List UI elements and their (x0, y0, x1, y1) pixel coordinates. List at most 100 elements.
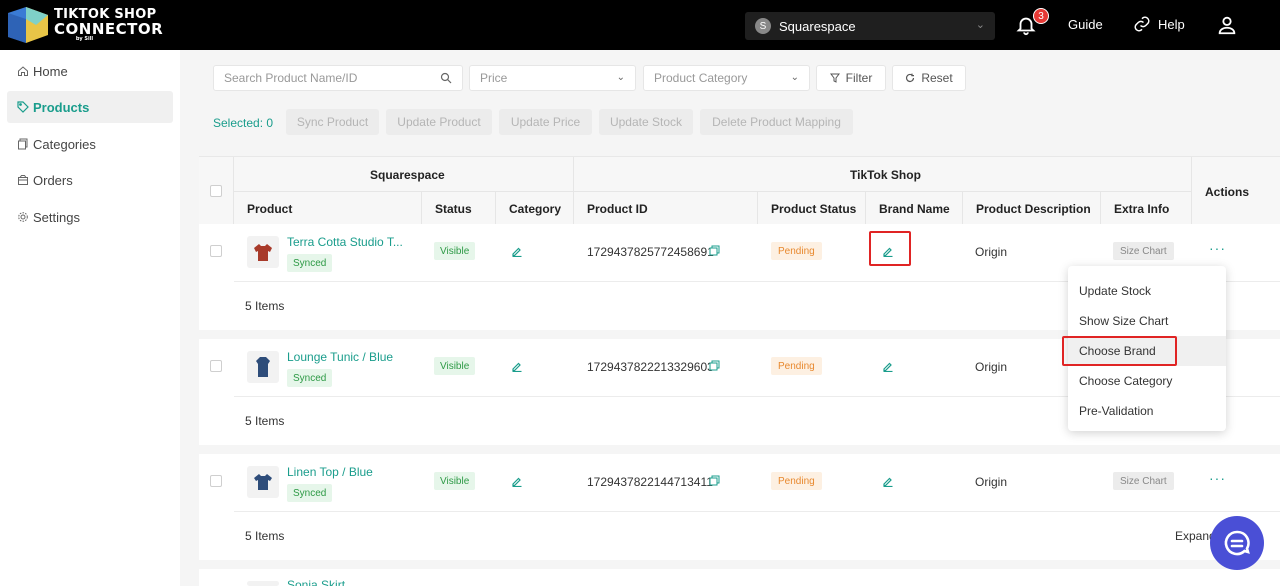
update-price-button[interactable]: Update Price (499, 109, 592, 135)
filter-label: Filter (845, 71, 873, 85)
group-header-squarespace: Squarespace (370, 168, 445, 182)
choose-brand-highlight (1062, 336, 1177, 366)
product-id: 1729437822144713411 (587, 475, 713, 489)
copy-icon[interactable] (709, 360, 720, 371)
chevron-down-icon: ⌄ (790, 72, 799, 83)
filter-icon (829, 73, 840, 83)
synced-badge: Synced (287, 484, 333, 502)
sidebar-item-settings[interactable]: Settings (7, 201, 173, 233)
price-placeholder: Price (480, 71, 508, 85)
product-thumbnail (247, 466, 279, 498)
sidebar-item-label: Products (33, 99, 90, 115)
row-checkbox[interactable] (210, 475, 222, 487)
product-description: Origin (975, 245, 1008, 259)
copy-icon[interactable] (709, 475, 720, 486)
col-brand-name: Brand Name (879, 202, 950, 216)
chat-button[interactable] (1210, 516, 1264, 570)
package-icon (18, 175, 28, 185)
menu-item-pre-validation[interactable]: Pre-Validation (1068, 396, 1226, 426)
user-icon[interactable] (1216, 14, 1238, 36)
update-product-button[interactable]: Update Product (386, 109, 492, 135)
items-count: 5 Items (245, 529, 285, 543)
menu-item-show-size-chart[interactable]: Show Size Chart (1068, 306, 1226, 336)
category-select[interactable]: Product Category ⌄ (643, 65, 810, 91)
more-actions-icon[interactable]: ··· (1209, 240, 1226, 256)
price-select[interactable]: Price ⌄ (469, 65, 636, 91)
select-all-checkbox[interactable] (210, 185, 222, 197)
sidebar-item-home[interactable]: Home (7, 55, 173, 87)
edit-brand-icon[interactable] (882, 360, 894, 372)
more-actions-icon[interactable]: ··· (1209, 470, 1226, 486)
gear-icon (18, 212, 28, 222)
sidebar-item-orders[interactable]: Orders (7, 164, 173, 196)
help-link[interactable]: Help (1158, 17, 1185, 32)
app-logo[interactable]: TIKTOK SHOP CONNECTOR by Sill (6, 5, 163, 45)
col-product-description: Product Description (976, 202, 1091, 216)
row-checkbox[interactable] (210, 360, 222, 372)
search-icon (440, 72, 452, 84)
product-description: Origin (975, 360, 1008, 374)
product-name-link[interactable]: Lounge Tunic / Blue (287, 350, 393, 364)
copy-icon (18, 138, 28, 150)
table-row: Linen Top / Blue Synced Visible 17294378… (199, 454, 1280, 560)
product-name-link[interactable]: Sonja Skirt (287, 578, 345, 586)
product-name-link[interactable]: Linen Top / Blue (287, 465, 373, 479)
top-icon (254, 474, 272, 490)
visible-badge: Visible (434, 472, 476, 490)
search-placeholder: Search Product Name/ID (224, 71, 358, 85)
store-select[interactable]: S Squarespace ⌄ (745, 12, 995, 40)
sidebar-item-categories[interactable]: Categories (7, 128, 173, 160)
col-product-id: Product ID (587, 202, 648, 216)
update-stock-button[interactable]: Update Stock (599, 109, 693, 135)
delete-product-mapping-button[interactable]: Delete Product Mapping (700, 109, 853, 135)
category-placeholder: Product Category (654, 71, 748, 85)
edit-brand-icon[interactable] (882, 475, 894, 487)
pending-badge: Pending (771, 242, 822, 260)
product-description: Origin (975, 475, 1008, 489)
row-checkbox[interactable] (210, 245, 222, 257)
sidebar-item-products[interactable]: Products (7, 91, 173, 123)
items-count: 5 Items (245, 299, 285, 313)
copy-icon[interactable] (709, 245, 720, 256)
edit-category-icon[interactable] (511, 245, 523, 257)
sidebar: Home Products Categories Orders Settings (0, 50, 180, 586)
product-id: 1729437822213329603 (587, 360, 714, 374)
pending-badge: Pending (771, 357, 822, 375)
link-icon (1134, 16, 1150, 32)
product-thumbnail (247, 581, 279, 586)
actions-header: Actions (1205, 185, 1250, 199)
filter-bar: Search Product Name/ID Price ⌄ Product C… (180, 50, 1280, 155)
brand-edit-highlight (869, 231, 911, 266)
col-status: Status (435, 202, 472, 216)
pending-badge: Pending (771, 472, 822, 490)
size-chart-badge[interactable]: Size Chart (1113, 242, 1174, 260)
home-icon (18, 66, 28, 76)
chevron-down-icon: ⌄ (975, 19, 985, 31)
table-row: Sonja Skirt (199, 569, 1280, 586)
group-header-tiktok: TikTok Shop (850, 168, 921, 182)
menu-item-choose-category[interactable]: Choose Category (1068, 366, 1226, 396)
product-thumbnail (247, 236, 279, 268)
edit-category-icon[interactable] (511, 475, 523, 487)
sync-product-button[interactable]: Sync Product (286, 109, 379, 135)
notification-badge: 3 (1033, 8, 1049, 24)
col-product-status: Product Status (771, 202, 857, 216)
visible-badge: Visible (434, 357, 476, 375)
selected-count: Selected: 0 (213, 116, 274, 130)
filter-button[interactable]: Filter (816, 65, 886, 91)
sidebar-item-label: Home (33, 63, 68, 79)
menu-item-update-stock[interactable]: Update Stock (1068, 276, 1226, 306)
search-input[interactable]: Search Product Name/ID (213, 65, 463, 91)
synced-badge: Synced (287, 254, 333, 272)
size-chart-badge[interactable]: Size Chart (1113, 472, 1174, 490)
product-id: 1729437825772458691 (587, 245, 714, 259)
reset-button[interactable]: Reset (892, 65, 966, 91)
guide-link[interactable]: Guide (1068, 17, 1103, 32)
logo-line2: CONNECTOR (54, 20, 164, 38)
col-extra-info: Extra Info (1114, 202, 1170, 216)
col-product: Product (247, 202, 293, 216)
edit-category-icon[interactable] (511, 360, 523, 372)
sidebar-item-label: Orders (33, 172, 73, 188)
store-name: Squarespace (779, 18, 856, 34)
product-name-link[interactable]: Terra Cotta Studio T... (287, 235, 403, 249)
